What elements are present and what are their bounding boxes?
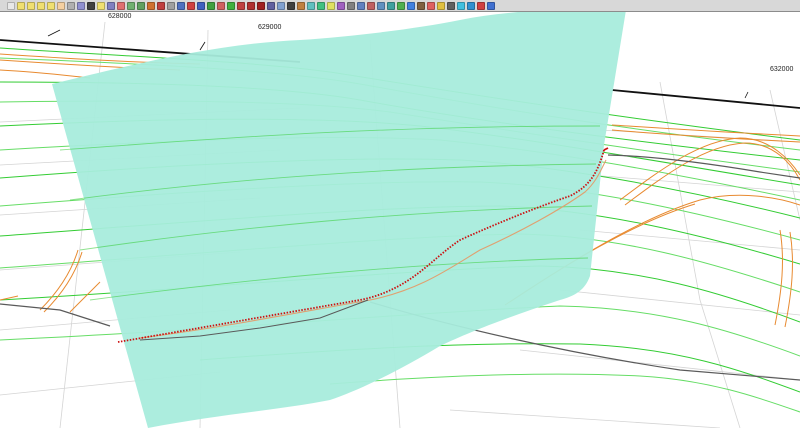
tick-mark	[744, 91, 749, 99]
zoom-extents-icon[interactable]	[47, 1, 55, 10]
grid-line	[559, 289, 800, 316]
grid-line	[519, 349, 800, 381]
text-label-icon[interactable]	[287, 1, 295, 10]
section-icon[interactable]	[247, 1, 255, 10]
contour-line	[329, 373, 800, 413]
spline-icon[interactable]	[217, 1, 225, 10]
road-icon[interactable]	[417, 1, 425, 10]
undo-view-icon[interactable]	[77, 1, 85, 10]
grid-label-632000: 632000	[770, 66, 794, 73]
triangle-icon[interactable]	[157, 1, 165, 10]
help-icon[interactable]	[97, 1, 105, 10]
import-icon[interactable]	[377, 1, 385, 10]
orange-line	[0, 69, 91, 79]
layers-stack-icon[interactable]	[337, 1, 345, 10]
grid-line	[449, 409, 721, 428]
main-toolbar	[0, 0, 800, 12]
orange-line	[39, 249, 79, 311]
table-icon[interactable]	[357, 1, 365, 10]
3d-viewport[interactable]	[0, 0, 800, 428]
pan-hand-icon[interactable]	[57, 1, 65, 10]
print-icon[interactable]	[167, 1, 175, 10]
profile-icon[interactable]	[237, 1, 245, 10]
red-profile-end	[603, 147, 609, 151]
tick-mark	[199, 41, 206, 51]
export-icon[interactable]	[367, 1, 375, 10]
grid-label-629000: 629000	[258, 24, 282, 31]
breakline-icon[interactable]	[267, 1, 275, 10]
target-icon[interactable]	[477, 1, 485, 10]
curve-icon[interactable]	[187, 1, 195, 10]
palette-icon[interactable]	[117, 1, 125, 10]
polyline-icon[interactable]	[207, 1, 215, 10]
volume-icon[interactable]	[307, 1, 315, 10]
grid-line	[589, 174, 800, 193]
orange-line	[611, 124, 800, 137]
road-segment	[0, 303, 111, 327]
boundary-icon[interactable]	[277, 1, 285, 10]
contour-icon[interactable]	[227, 1, 235, 10]
pencil-icon[interactable]	[177, 1, 185, 10]
light-icon[interactable]	[327, 1, 335, 10]
legend-icon[interactable]	[437, 1, 445, 10]
grid-label-628000: 628000	[108, 13, 132, 20]
camera-icon[interactable]	[447, 1, 455, 10]
surface-icon[interactable]	[147, 1, 155, 10]
layer-icon[interactable]	[107, 1, 115, 10]
shade-icon[interactable]	[317, 1, 325, 10]
orange-line	[784, 231, 793, 328]
toolbar-empty-area	[496, 0, 800, 11]
orange-line	[774, 229, 783, 326]
arc-icon[interactable]	[197, 1, 205, 10]
model-icon[interactable]	[387, 1, 395, 10]
grid-icon[interactable]	[127, 1, 135, 10]
pointer-icon[interactable]	[87, 1, 95, 10]
orange-line	[619, 137, 800, 201]
section-plane[interactable]	[52, 9, 626, 428]
terrain-icon[interactable]	[397, 1, 405, 10]
rotate-icon[interactable]	[67, 1, 75, 10]
globe-icon[interactable]	[467, 1, 475, 10]
water-icon[interactable]	[407, 1, 415, 10]
measure-icon[interactable]	[297, 1, 305, 10]
info-icon[interactable]	[487, 1, 495, 10]
new-file-icon[interactable]	[7, 1, 15, 10]
checker-icon[interactable]	[137, 1, 145, 10]
zoom-window-icon[interactable]	[37, 1, 45, 10]
zoom-in-icon[interactable]	[17, 1, 25, 10]
animate-icon[interactable]	[457, 1, 465, 10]
color-ramp-icon[interactable]	[427, 1, 435, 10]
toolbar-buttons	[6, 1, 496, 10]
settings-icon[interactable]	[347, 1, 355, 10]
cross-section-icon[interactable]	[257, 1, 265, 10]
zoom-out-icon[interactable]	[27, 1, 35, 10]
tick-mark	[47, 29, 61, 37]
